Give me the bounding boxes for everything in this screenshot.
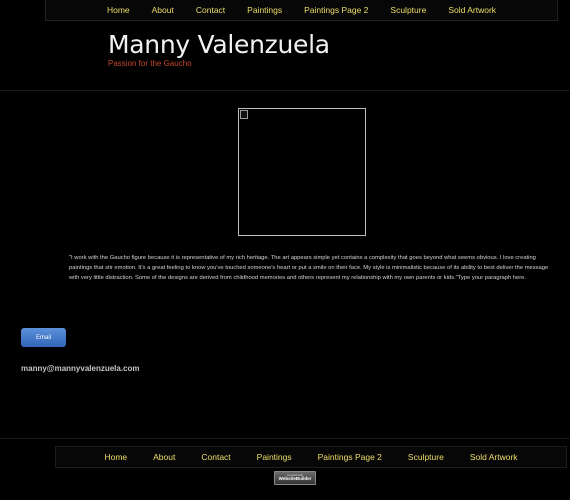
bottom-nav-contact[interactable]: Contact [201,452,230,462]
top-nav-paintings[interactable]: Paintings [247,5,282,15]
site-tagline: Passion for the Gaucho [108,59,192,68]
top-nav: Home About Contact Paintings Paintings P… [96,5,507,15]
top-nav-home[interactable]: Home [107,5,130,15]
bottom-nav-about[interactable]: About [153,452,175,462]
bottom-navigation-bar: Home About Contact Paintings Paintings P… [55,446,567,468]
bottom-nav-paintings[interactable]: Paintings [257,452,292,462]
top-nav-contact[interactable]: Contact [196,5,225,15]
artist-statement: "I work with the Gaucho figure because i… [69,255,549,281]
bottom-nav-home[interactable]: Home [104,452,127,462]
website-builder-badge[interactable]: created with WebsiteBuilder [274,471,316,485]
badge-line-2: WebsiteBuilder [278,476,312,482]
bottom-nav-paintings-page-2[interactable]: Paintings Page 2 [318,452,382,462]
broken-image-icon [240,110,248,119]
email-button[interactable]: Email [21,328,66,347]
top-nav-about[interactable]: About [152,5,174,15]
artwork-image-placeholder [238,108,366,236]
top-nav-paintings-page-2[interactable]: Paintings Page 2 [304,5,368,15]
bottom-nav-sculpture[interactable]: Sculpture [408,452,444,462]
email-address: manny@mannyvalenzuela.com [21,364,140,373]
header-divider [0,90,570,91]
site-title: Manny Valenzuela [108,30,330,59]
top-navigation-bar: Home About Contact Paintings Paintings P… [45,0,558,21]
bottom-nav-sold-artwork[interactable]: Sold Artwork [470,452,518,462]
bottom-nav: Home About Contact Paintings Paintings P… [91,452,530,462]
top-nav-sculpture[interactable]: Sculpture [390,5,426,15]
footer-divider [0,438,570,439]
top-nav-sold-artwork[interactable]: Sold Artwork [448,5,496,15]
